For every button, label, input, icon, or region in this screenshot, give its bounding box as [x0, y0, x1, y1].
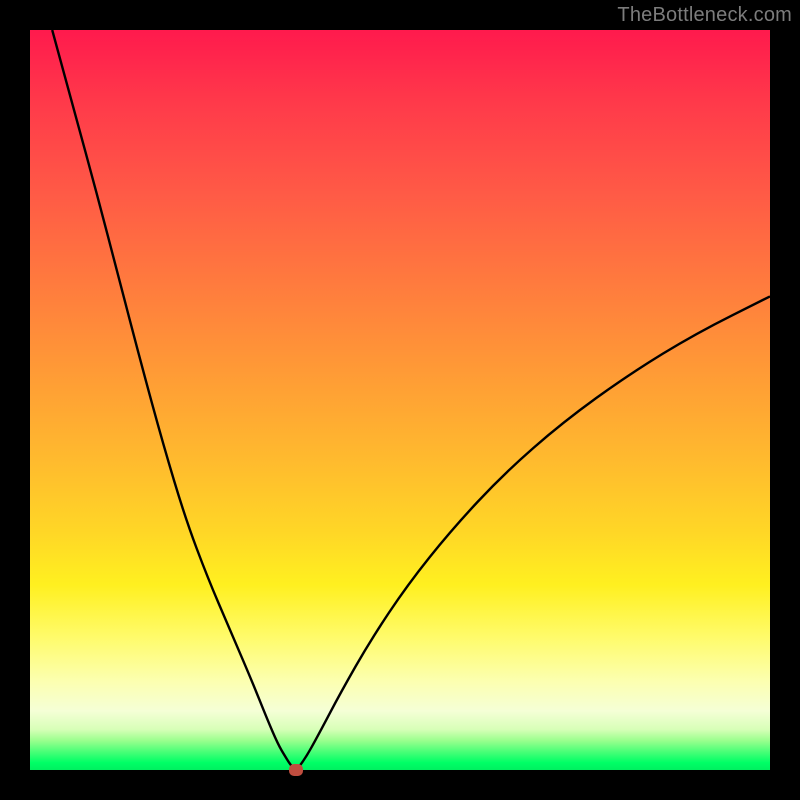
minimum-marker [289, 764, 303, 776]
curve-path [52, 30, 770, 770]
watermark-text: TheBottleneck.com [617, 4, 792, 27]
plot-area [30, 30, 770, 770]
bottleneck-curve [30, 30, 770, 770]
chart-frame: TheBottleneck.com [0, 0, 800, 800]
